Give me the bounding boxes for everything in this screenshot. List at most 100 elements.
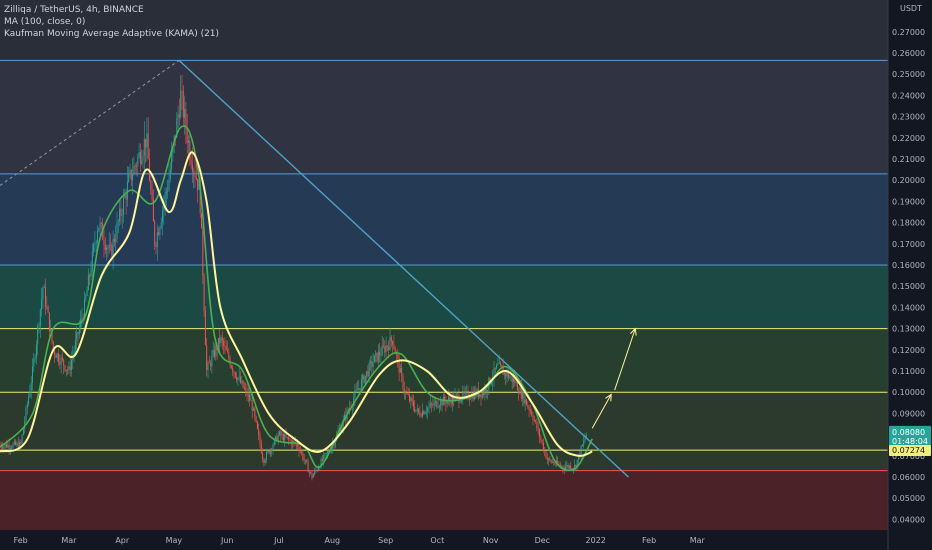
candle-body — [552, 462, 553, 463]
candle-body — [25, 407, 27, 422]
candle-body — [186, 128, 188, 143]
candle-body — [143, 138, 145, 156]
candle-body — [548, 458, 550, 461]
candle-body — [46, 306, 48, 308]
candle-body — [310, 472, 312, 474]
candle-body — [15, 441, 17, 445]
candle-body — [463, 391, 465, 394]
legend-symbol[interactable]: Zilliqa / TetherUS, 4h, BINANCE — [4, 4, 219, 16]
candle-body — [103, 239, 105, 245]
candle-body — [87, 275, 89, 291]
candle-body — [206, 344, 208, 371]
candle-body — [522, 391, 524, 399]
y-tick-label: 0.22000 — [892, 134, 925, 143]
y-unit-label: USDT — [900, 4, 922, 13]
candle-body — [180, 90, 182, 118]
candle-body — [519, 387, 521, 394]
candle-body — [133, 165, 135, 175]
candle-body — [201, 213, 202, 229]
candle-body — [212, 349, 214, 356]
candle-body — [214, 349, 215, 357]
candle-body — [136, 166, 137, 167]
candle-body — [145, 138, 147, 148]
candle-body — [184, 109, 186, 118]
legend-ma[interactable]: MA (100, close, 0) — [4, 16, 219, 28]
candle-body — [359, 388, 361, 391]
candle-body — [123, 197, 124, 215]
candle-body — [384, 346, 386, 353]
candle-body — [194, 171, 196, 178]
candle-body — [178, 114, 180, 118]
candle-body — [251, 399, 253, 411]
candle-body — [97, 231, 98, 243]
candle-body — [132, 174, 134, 181]
x-tick-label: Oct — [430, 536, 444, 545]
candle-body — [312, 474, 314, 478]
candle-body — [2, 447, 4, 449]
candle-body — [280, 431, 282, 436]
candle-body — [182, 91, 184, 118]
candle-body — [377, 351, 379, 362]
candle-body — [50, 328, 52, 332]
candle-body — [112, 238, 114, 256]
candle-body — [55, 354, 57, 358]
candle-body — [319, 467, 321, 469]
candle-body — [245, 388, 247, 390]
time-axis[interactable] — [0, 530, 932, 550]
candle-body — [167, 190, 169, 192]
candle-body — [156, 232, 158, 248]
candle-body — [520, 387, 522, 399]
candle-body — [158, 232, 160, 235]
candle-body — [181, 90, 183, 92]
candle-body — [48, 312, 50, 332]
candle-body — [271, 449, 273, 451]
candle-body — [536, 421, 538, 429]
candle-body — [120, 208, 122, 216]
candle-body — [74, 340, 76, 351]
candle-body — [306, 459, 308, 463]
candle-body — [29, 391, 31, 397]
candle-body — [38, 326, 40, 328]
candle-body — [440, 400, 442, 407]
candle-body — [554, 463, 556, 465]
candle-body — [540, 437, 542, 440]
candle-body — [507, 372, 509, 379]
candle-body — [470, 398, 472, 400]
legend-kama[interactable]: Kaufman Moving Average Adaptive (KAMA) (… — [4, 28, 219, 40]
candle-body — [130, 169, 132, 181]
candle-body — [21, 435, 23, 444]
candle-body — [565, 466, 566, 470]
candle-body — [238, 376, 240, 378]
candle-body — [208, 362, 210, 364]
candle-body — [424, 412, 426, 415]
price-axis[interactable] — [888, 0, 932, 550]
candle-body — [41, 298, 43, 310]
y-tick-label: 0.21000 — [892, 155, 925, 164]
candle-body — [583, 440, 585, 445]
candle-body — [318, 468, 319, 471]
candle-body — [468, 398, 470, 400]
candle-body — [494, 367, 496, 369]
candle-body — [581, 444, 583, 447]
candle-body — [117, 220, 119, 223]
candle-body — [441, 400, 443, 406]
candle-body — [64, 365, 66, 371]
candle-body — [392, 341, 394, 345]
candle-body — [7, 444, 9, 448]
candle-body — [155, 245, 157, 248]
candle-body — [399, 368, 401, 373]
candle-body — [397, 354, 399, 359]
candle-body — [37, 326, 39, 345]
price-zone-4 — [0, 328, 888, 393]
candle-body — [528, 406, 530, 411]
price-chart[interactable]: 0.040000.050000.060000.070000.080000.090… — [0, 0, 932, 550]
candle-body — [204, 311, 206, 345]
candle-body — [76, 332, 78, 341]
candle-body — [433, 402, 435, 406]
candle-body — [242, 380, 244, 388]
candle-body — [71, 360, 72, 371]
candle-body — [69, 366, 71, 371]
candle-body — [459, 401, 461, 403]
candle-body — [42, 287, 44, 299]
current-price-value: 0.08080 — [892, 428, 925, 437]
